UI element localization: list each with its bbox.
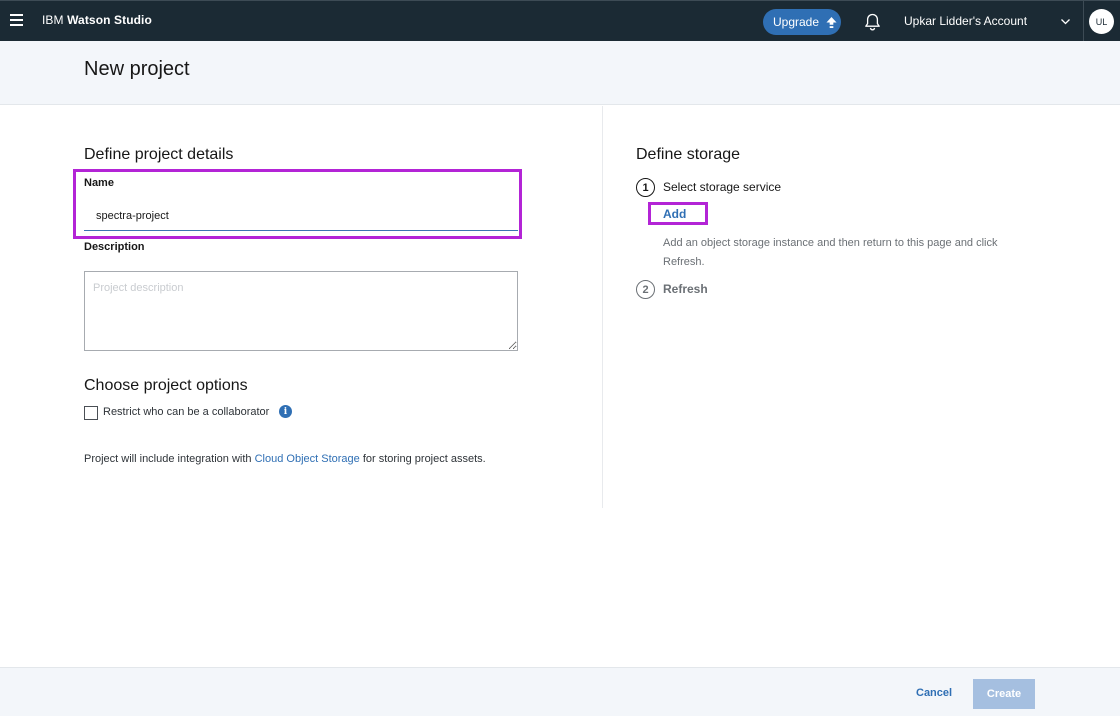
refresh-button[interactable]: Refresh (663, 282, 708, 296)
project-description-input[interactable] (84, 271, 518, 351)
storage-help-text: Add an object storage instance and then … (663, 237, 998, 268)
avatar[interactable]: UL (1089, 9, 1114, 34)
restrict-collaborator-label[interactable]: Restrict who can be a collaborator (103, 406, 269, 418)
bell-icon[interactable] (864, 13, 881, 31)
project-name-input[interactable] (84, 201, 518, 231)
restrict-collaborator-checkbox[interactable] (84, 406, 98, 420)
cloud-object-storage-link[interactable]: Cloud Object Storage (255, 453, 360, 465)
create-button[interactable]: Create (973, 679, 1035, 709)
top-header: IBM Watson Studio Upgrade Upkar Lidder's… (0, 0, 1120, 42)
hamburger-menu-icon[interactable] (10, 14, 23, 27)
brand-name: Watson Studio (67, 13, 152, 27)
description-label: Description (84, 241, 145, 253)
info-icon[interactable]: i (279, 405, 292, 418)
integration-suffix: for storing project assets. (359, 453, 486, 465)
integration-prefix: Project will include integration with (84, 453, 255, 465)
cancel-button[interactable]: Cancel (916, 687, 952, 699)
column-divider (602, 106, 603, 508)
step-1-title: Select storage service (663, 180, 782, 194)
integration-note: Project will include integration with Cl… (84, 453, 486, 465)
app-brand[interactable]: IBM Watson Studio (42, 13, 152, 27)
arrow-up-icon (826, 16, 837, 28)
chevron-down-icon[interactable] (1060, 16, 1071, 27)
project-details-heading: Define project details (84, 146, 234, 163)
define-storage-heading: Define storage (636, 146, 741, 163)
step-2-badge: 2 (636, 280, 655, 299)
add-storage-button[interactable]: Add (663, 207, 686, 221)
header-divider (1083, 1, 1084, 42)
project-options-heading: Choose project options (84, 377, 248, 394)
brand-prefix: IBM (42, 13, 68, 27)
upgrade-button[interactable]: Upgrade (763, 9, 841, 35)
step-1-badge: 1 (636, 178, 655, 197)
account-switcher[interactable]: Upkar Lidder's Account (904, 14, 1027, 28)
page-title: New project (84, 58, 190, 80)
name-label: Name (84, 177, 114, 189)
upgrade-label: Upgrade (773, 15, 820, 29)
